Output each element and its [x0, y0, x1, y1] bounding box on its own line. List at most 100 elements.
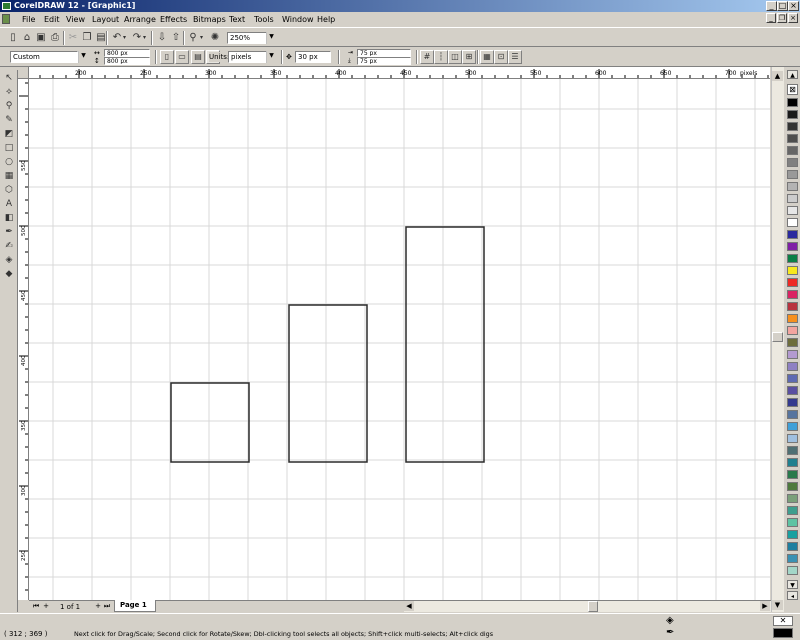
interactive-fill-icon[interactable]: ◆: [2, 268, 16, 281]
fill-indicator-icon[interactable]: ◈: [666, 615, 674, 626]
color-swatch[interactable]: [787, 422, 798, 431]
options-icon[interactable]: ☰: [508, 50, 522, 64]
export-icon[interactable]: ⇧: [169, 31, 183, 44]
color-swatch[interactable]: [787, 386, 798, 395]
color-swatch[interactable]: [787, 158, 798, 167]
color-swatch[interactable]: [787, 446, 798, 455]
save-icon[interactable]: ▣: [34, 31, 48, 44]
color-swatch[interactable]: [787, 242, 798, 251]
cut-icon[interactable]: ✂: [66, 31, 80, 44]
menu-effects[interactable]: Effects: [160, 14, 187, 25]
landscape-icon[interactable]: ▭: [175, 50, 189, 64]
scroll-up-icon[interactable]: ▲: [772, 71, 783, 81]
color-swatch[interactable]: [787, 218, 798, 227]
color-swatch[interactable]: [787, 98, 798, 107]
nudge-offset-field[interactable]: 30 px: [295, 51, 331, 63]
smart-fill-icon[interactable]: ◩: [2, 128, 16, 141]
menu-tools[interactable]: Tools: [254, 14, 274, 25]
color-swatch[interactable]: [787, 338, 798, 347]
eyedropper-tool-icon[interactable]: ✒: [2, 226, 16, 239]
menu-text[interactable]: Text: [229, 14, 245, 25]
color-swatch[interactable]: [787, 314, 798, 323]
menu-arrange[interactable]: Arrange: [124, 14, 156, 25]
menu-edit[interactable]: Edit: [44, 14, 60, 25]
text-tool-icon[interactable]: A: [2, 198, 16, 211]
doc-restore-button[interactable]: ❐: [777, 13, 787, 23]
fill-tool-icon[interactable]: ◈: [2, 254, 16, 267]
color-swatch[interactable]: [787, 542, 798, 551]
close-button[interactable]: ×: [788, 1, 799, 11]
ruler-origin[interactable]: [18, 67, 29, 79]
document-icon[interactable]: [2, 14, 10, 24]
menu-file[interactable]: File: [22, 14, 35, 25]
blend-tool-icon[interactable]: ◧: [2, 212, 16, 225]
copy-icon[interactable]: ❐: [80, 31, 94, 44]
horizontal-ruler[interactable]: 200 250 300 350 400 450 500 550 600 650 700 pixels: [29, 67, 770, 79]
new-icon[interactable]: ▯: [6, 31, 20, 44]
fill-color-swatch[interactable]: ✕: [773, 616, 793, 626]
color-swatch[interactable]: [787, 230, 798, 239]
color-swatch[interactable]: [787, 182, 798, 191]
undo-dropdown-icon[interactable]: ▾: [121, 31, 128, 44]
color-swatch[interactable]: [787, 458, 798, 467]
import-icon[interactable]: ⇩: [155, 31, 169, 44]
doc-close-button[interactable]: ×: [788, 13, 798, 23]
color-swatch[interactable]: [787, 518, 798, 527]
units-select[interactable]: pixels: [228, 51, 267, 63]
treat-as-filled-icon[interactable]: ▦: [480, 50, 494, 64]
polygon-tool-icon[interactable]: ▦: [2, 170, 16, 183]
launcher-dropdown-icon[interactable]: ▾: [198, 31, 205, 44]
dynamic-guides-icon[interactable]: ⊞: [462, 50, 476, 64]
horizontal-scrollbar[interactable]: ◀ ▶: [404, 601, 771, 612]
color-swatch[interactable]: [787, 434, 798, 443]
color-swatch[interactable]: [787, 482, 798, 491]
color-swatch[interactable]: [787, 302, 798, 311]
color-swatch[interactable]: [787, 290, 798, 299]
color-swatch[interactable]: [787, 530, 798, 539]
page-height-field[interactable]: 800 px: [104, 57, 150, 65]
color-swatch[interactable]: [787, 110, 798, 119]
scroll-right-icon[interactable]: ▶: [760, 601, 770, 611]
color-swatch[interactable]: [787, 470, 798, 479]
color-swatch[interactable]: [787, 254, 798, 263]
color-swatch[interactable]: [787, 398, 798, 407]
ellipse-tool-icon[interactable]: ○: [2, 156, 16, 169]
preset-dropdown-icon[interactable]: ▼: [78, 51, 88, 63]
units-dropdown-icon[interactable]: ▼: [266, 51, 276, 63]
duplicate-x-field[interactable]: 75 px: [357, 49, 411, 57]
open-icon[interactable]: ⌂: [20, 31, 34, 44]
color-swatch[interactable]: [787, 566, 798, 575]
palette-scroll-up-icon[interactable]: ▲: [787, 70, 798, 79]
color-swatch[interactable]: [787, 134, 798, 143]
menu-help[interactable]: Help: [317, 14, 335, 25]
last-page-icon[interactable]: ⏭: [102, 601, 112, 611]
color-swatch[interactable]: [787, 410, 798, 419]
first-page-icon[interactable]: ⏮: [31, 601, 41, 611]
maximize-button[interactable]: □: [777, 1, 788, 11]
color-swatch[interactable]: [787, 506, 798, 515]
snap-to-grid-icon[interactable]: #: [420, 50, 434, 64]
duplicate-y-field[interactable]: 75 px: [357, 57, 411, 65]
page-width-field[interactable]: 800 px: [104, 49, 150, 57]
menu-bitmaps[interactable]: Bitmaps: [193, 14, 226, 25]
color-swatch[interactable]: [787, 326, 798, 335]
zoom-level-field[interactable]: 250%: [227, 32, 267, 44]
color-swatch[interactable]: [787, 146, 798, 155]
palette-scroll-down-icon[interactable]: ▼: [787, 580, 798, 589]
vertical-scrollbar[interactable]: ▲ ▼: [771, 67, 784, 612]
corel-online-icon[interactable]: ✺: [208, 31, 222, 44]
color-swatch[interactable]: [787, 206, 798, 215]
minimize-button[interactable]: _: [766, 1, 777, 11]
color-swatch[interactable]: [787, 122, 798, 131]
outline-indicator-icon[interactable]: ✒: [666, 627, 674, 638]
color-swatch[interactable]: [787, 374, 798, 383]
color-swatch[interactable]: [787, 494, 798, 503]
vertical-ruler[interactable]: 550 500 450 400 350 300 250: [18, 79, 29, 600]
snap-to-guidelines-icon[interactable]: ┆: [434, 50, 448, 64]
portrait-icon[interactable]: ▯: [160, 50, 174, 64]
print-icon[interactable]: ⎙: [48, 31, 62, 44]
outline-color-swatch[interactable]: [773, 628, 793, 638]
horizontal-scroll-thumb[interactable]: [588, 601, 598, 612]
graph-paper-icon[interactable]: ⬡: [2, 184, 16, 197]
color-swatch[interactable]: [787, 194, 798, 203]
